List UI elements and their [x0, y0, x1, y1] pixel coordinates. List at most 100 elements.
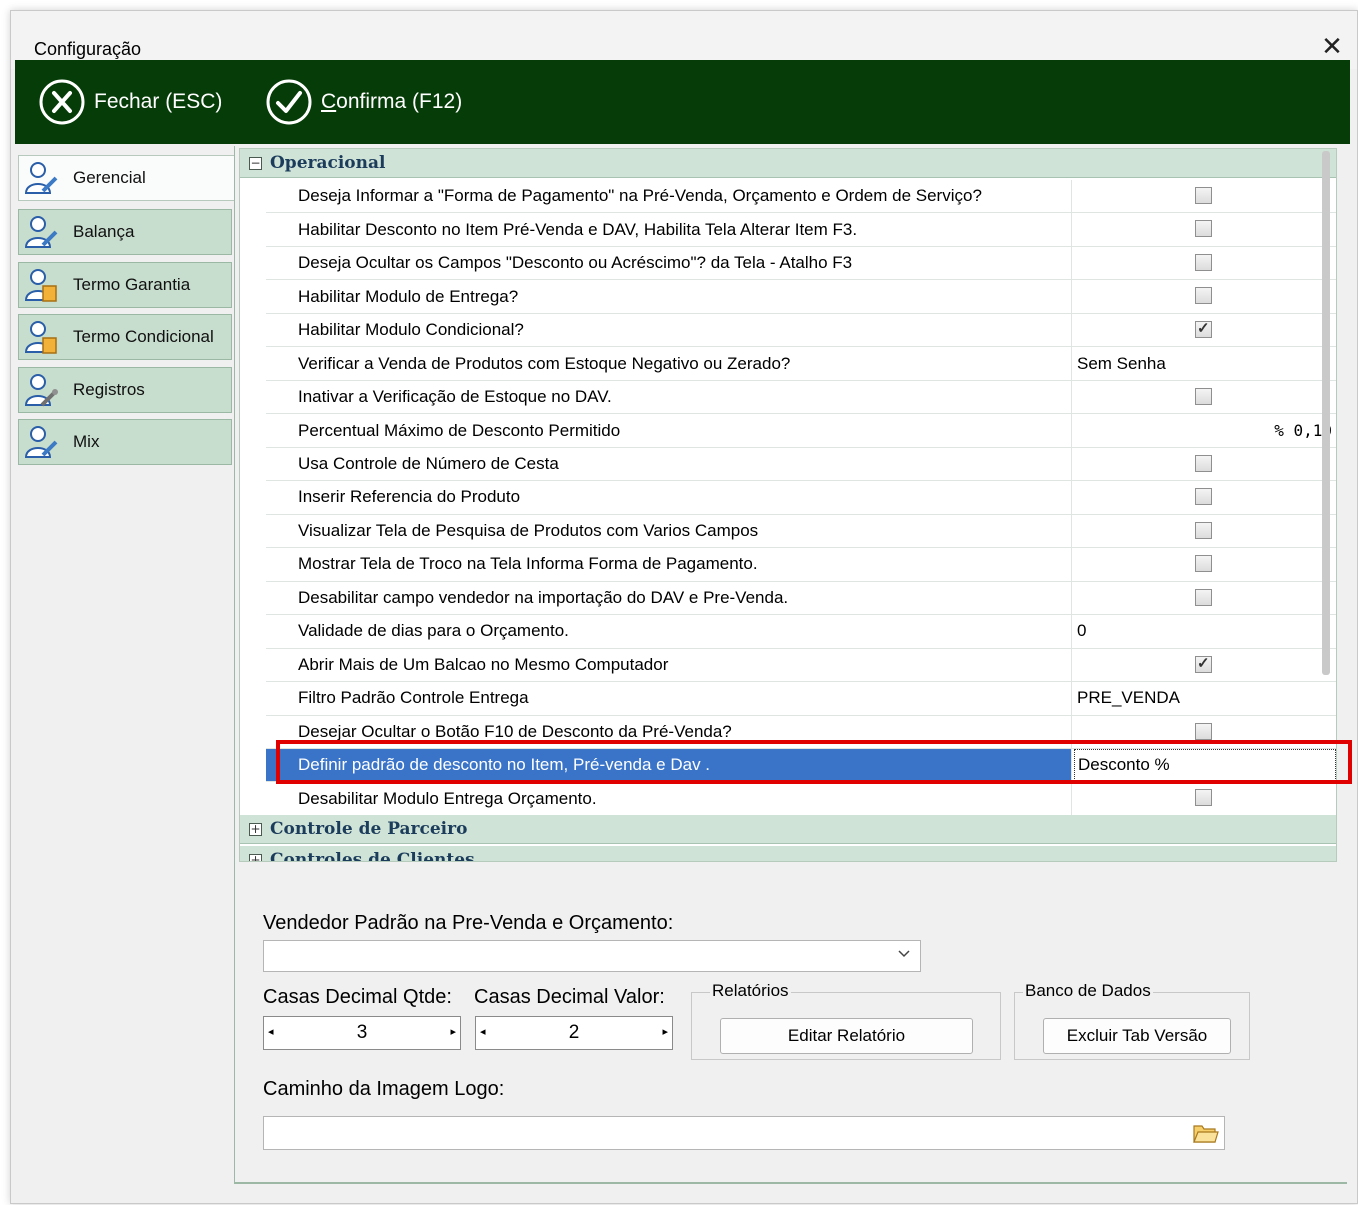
property-row[interactable]: Mostrar Tela de Troco na Tela Informa Fo… — [266, 548, 1336, 582]
category-controle-de-parceiro[interactable]: + Controle de Parceiro — [240, 815, 1336, 844]
user-edit-icon — [24, 216, 58, 248]
sidebar-item-mix[interactable]: Mix — [18, 419, 232, 465]
property-name: Habilitar Desconto no Item Pré-Venda e D… — [266, 213, 1072, 246]
property-row[interactable]: Validade de dias para o Orçamento. 0 — [266, 615, 1336, 649]
property-rows: Deseja Informar a "Forma de Pagamento" n… — [266, 180, 1336, 816]
property-row[interactable]: Habilitar Desconto no Item Pré-Venda e D… — [266, 213, 1336, 247]
sidebar-item-balanca[interactable]: Balança — [18, 209, 232, 255]
circle-x-icon — [39, 79, 85, 125]
expand-icon[interactable]: + — [249, 853, 262, 861]
category-label: Controles de Clientes — [270, 850, 475, 862]
property-row[interactable]: Inativar a Verificação de Estoque no DAV… — [266, 380, 1336, 415]
user-edit-icon — [24, 426, 58, 458]
sidebar-item-termo-garantia[interactable]: Termo Garantia — [18, 262, 232, 308]
property-name: Deseja Informar a "Forma de Pagamento" n… — [266, 180, 1072, 213]
sidebar-item-gerencial[interactable]: Gerencial — [18, 155, 235, 201]
property-value — [1074, 247, 1336, 279]
sidebar-item-termo-condicional[interactable]: Termo Condicional — [18, 314, 232, 360]
window-title: Configuração — [34, 39, 142, 59]
close-icon[interactable]: ✕ — [1317, 31, 1347, 61]
property-name: Filtro Padrão Controle Entrega — [266, 682, 1072, 715]
category-label: Controle de Parceiro — [270, 819, 468, 839]
excluir-tab-versao-button[interactable]: Excluir Tab Versão — [1043, 1018, 1231, 1054]
property-name: Visualizar Tela de Pesquisa de Produtos … — [266, 514, 1072, 548]
property-value — [1074, 314, 1336, 346]
sidebar-item-registros[interactable]: Registros — [18, 367, 232, 413]
checkbox[interactable] — [1195, 253, 1212, 271]
property-name: Usa Controle de Número de Cesta — [266, 447, 1072, 481]
property-value — [1074, 716, 1336, 748]
checkbox[interactable] — [1195, 387, 1212, 405]
property-row-selected[interactable]: Definir padrão de desconto no Item, Pré-… — [266, 748, 1336, 783]
property-value[interactable]: % 0,10 — [1074, 414, 1336, 446]
editar-relatorio-button[interactable]: Editar Relatório — [720, 1018, 973, 1054]
property-row[interactable]: Habilitar Modulo de Entrega? — [266, 280, 1336, 314]
sidebar-item-label: Gerencial — [73, 168, 146, 187]
property-row[interactable]: Inserir Referencia do Produto — [266, 481, 1336, 515]
checkbox-checked[interactable] — [1195, 654, 1212, 673]
spin-right-icon[interactable]: ▸ — [450, 1025, 456, 1038]
vendedor-combobox[interactable] — [263, 940, 921, 972]
sidebar-item-label: Mix — [73, 432, 100, 451]
expand-icon[interactable]: + — [249, 822, 262, 836]
property-name: Habilitar Modulo de Entrega? — [266, 280, 1072, 313]
caminho-label: Caminho da Imagem Logo: — [263, 1078, 505, 1100]
checkbox[interactable] — [1195, 588, 1212, 606]
property-value[interactable]: Desconto % — [1074, 748, 1336, 782]
property-value[interactable]: Sem Senha — [1074, 347, 1336, 379]
property-row[interactable]: Usa Controle de Número de Cesta — [266, 447, 1336, 482]
property-value — [1074, 649, 1336, 681]
checkbox[interactable] — [1195, 454, 1212, 472]
property-value[interactable]: PRE_VENDA — [1074, 682, 1336, 714]
property-value — [1074, 515, 1336, 547]
property-row[interactable]: Filtro Padrão Controle Entrega PRE_VENDA — [266, 682, 1336, 716]
close-button[interactable]: Fechar (ESC) — [38, 72, 222, 132]
banco-de-dados-group-label: Banco de Dados — [1023, 981, 1153, 1001]
property-row[interactable]: Desabilitar campo vendedor na importação… — [266, 581, 1336, 616]
sidebar-item-label: Balança — [73, 222, 135, 241]
spin-right-icon[interactable]: ▸ — [662, 1025, 668, 1038]
property-row[interactable]: Habilitar Modulo Condicional? — [266, 313, 1336, 348]
checkbox[interactable] — [1195, 722, 1212, 740]
checkbox[interactable] — [1195, 521, 1212, 539]
user-edit-icon — [24, 162, 58, 194]
property-name: Inativar a Verificação de Estoque no DAV… — [266, 380, 1072, 414]
chevron-down-icon — [898, 950, 910, 958]
sidebar-item-label: Termo Garantia — [73, 275, 191, 294]
user-tools-icon — [24, 374, 58, 407]
property-value — [1074, 582, 1336, 614]
property-row[interactable]: Visualizar Tela de Pesquisa de Produtos … — [266, 514, 1336, 549]
property-name: Validade de dias para o Orçamento. — [266, 615, 1072, 648]
grid-scrollbar[interactable] — [1322, 151, 1330, 675]
property-row[interactable]: Desabilitar Modulo Entrega Orçamento. — [266, 782, 1336, 816]
casas-qtde-spinner[interactable]: ◂ 3 ▸ — [263, 1016, 461, 1050]
property-name: Habilitar Modulo Condicional? — [266, 313, 1072, 347]
property-row[interactable]: Percentual Máximo de Desconto Permitido … — [266, 414, 1336, 448]
caminho-input[interactable] — [263, 1116, 1225, 1150]
checkbox[interactable] — [1195, 187, 1212, 204]
confirm-button[interactable]: Confirma (F12) — [265, 72, 462, 132]
property-row[interactable]: Verificar a Venda de Produtos com Estoqu… — [266, 347, 1336, 381]
property-row[interactable]: Abrir Mais de Um Balcao no Mesmo Computa… — [266, 648, 1336, 683]
checkbox[interactable] — [1195, 789, 1212, 807]
property-value[interactable]: 0 — [1074, 615, 1336, 647]
checkbox[interactable] — [1195, 555, 1212, 573]
checkbox[interactable] — [1195, 488, 1212, 506]
property-row[interactable]: Desejar Ocultar o Botão F10 de Desconto … — [266, 715, 1336, 749]
casas-valor-value: 2 — [568, 1022, 580, 1043]
casas-valor-spinner[interactable]: ◂ 2 ▸ — [475, 1016, 673, 1050]
checkbox-checked[interactable] — [1195, 319, 1212, 338]
property-name: Desabilitar campo vendedor na importação… — [266, 581, 1072, 615]
collapse-icon[interactable]: − — [249, 156, 262, 170]
folder-open-icon[interactable] — [1193, 1122, 1219, 1144]
checkbox[interactable] — [1195, 220, 1212, 238]
category-controles-de-clientes[interactable]: + Controles de Clientes — [240, 846, 1336, 862]
sidebar: Gerencial Balança Termo Garantia Termo C… — [15, 148, 235, 1188]
property-value — [1074, 180, 1336, 212]
category-operacional[interactable]: − Operacional — [240, 149, 1336, 178]
property-row[interactable]: Deseja Informar a "Forma de Pagamento" n… — [266, 180, 1336, 214]
property-row[interactable]: Deseja Ocultar os Campos "Desconto ou Ac… — [266, 246, 1336, 281]
checkbox[interactable] — [1195, 287, 1212, 305]
close-button-label: Fechar (ESC) — [94, 90, 223, 113]
property-name: Definir padrão de desconto no Item, Pré-… — [266, 748, 1072, 782]
